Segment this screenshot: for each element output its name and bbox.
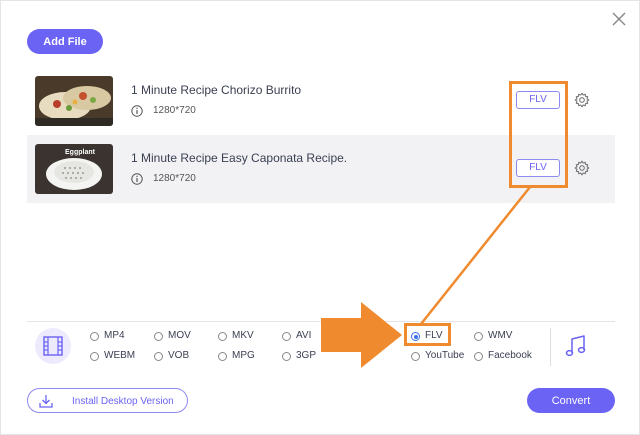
video-thumbnail: Eggplant (35, 144, 113, 194)
radio-3gp[interactable] (282, 352, 291, 361)
file-resolution: 1280*720 (153, 105, 196, 116)
radio-mkv[interactable] (218, 332, 227, 341)
radio-wmv[interactable] (474, 332, 483, 341)
radio-avi[interactable] (282, 332, 291, 341)
download-icon (39, 395, 53, 408)
close-button[interactable] (609, 9, 629, 29)
output-format-button[interactable]: FLV (516, 159, 560, 177)
convert-button[interactable]: Convert (527, 388, 615, 413)
file-list: 1 Minute Recipe Chorizo Burrito 1280*720… (27, 67, 615, 203)
video-format-tab[interactable] (35, 328, 71, 364)
gear-icon[interactable] (574, 92, 590, 108)
format-selector: MP4 MOV MKV AVI FLV WMV WEBM VOB MPG 3GP… (27, 321, 615, 371)
info-icon[interactable] (131, 105, 143, 117)
radio-flv[interactable] (411, 332, 420, 341)
thumbnail-caption: Eggplant (65, 149, 96, 156)
file-row: Eggplant 1 Minute Recipe Easy Caponata R… (27, 135, 615, 203)
film-icon (43, 336, 63, 356)
file-title: 1 Minute Recipe Easy Caponata Recipe. (131, 151, 348, 165)
format-bar-divider (550, 328, 551, 366)
radio-mp4[interactable] (90, 332, 99, 341)
file-row: 1 Minute Recipe Chorizo Burrito 1280*720… (27, 67, 615, 135)
radio-facebook[interactable] (474, 352, 483, 361)
add-file-button[interactable]: Add File (27, 29, 103, 54)
file-title: 1 Minute Recipe Chorizo Burrito (131, 83, 302, 97)
info-icon[interactable] (131, 173, 143, 185)
music-note-icon[interactable] (565, 334, 587, 358)
gear-icon[interactable] (574, 160, 590, 176)
radio-mpg[interactable] (218, 352, 227, 361)
radio-webm[interactable] (90, 352, 99, 361)
close-icon (612, 12, 626, 26)
annotation-connector-line (420, 186, 531, 325)
install-desktop-label: Install Desktop Version (72, 396, 174, 407)
radio-vob[interactable] (154, 352, 163, 361)
converter-dialog: Add File 1 Minute Recipe Chorizo Burrito (0, 0, 640, 435)
file-resolution: 1280*720 (153, 173, 196, 184)
install-desktop-button[interactable]: Install Desktop Version (27, 388, 188, 413)
video-thumbnail (35, 76, 113, 126)
output-format-button[interactable]: FLV (516, 91, 560, 109)
radio-youtube[interactable] (411, 352, 420, 361)
radio-mov[interactable] (154, 332, 163, 341)
